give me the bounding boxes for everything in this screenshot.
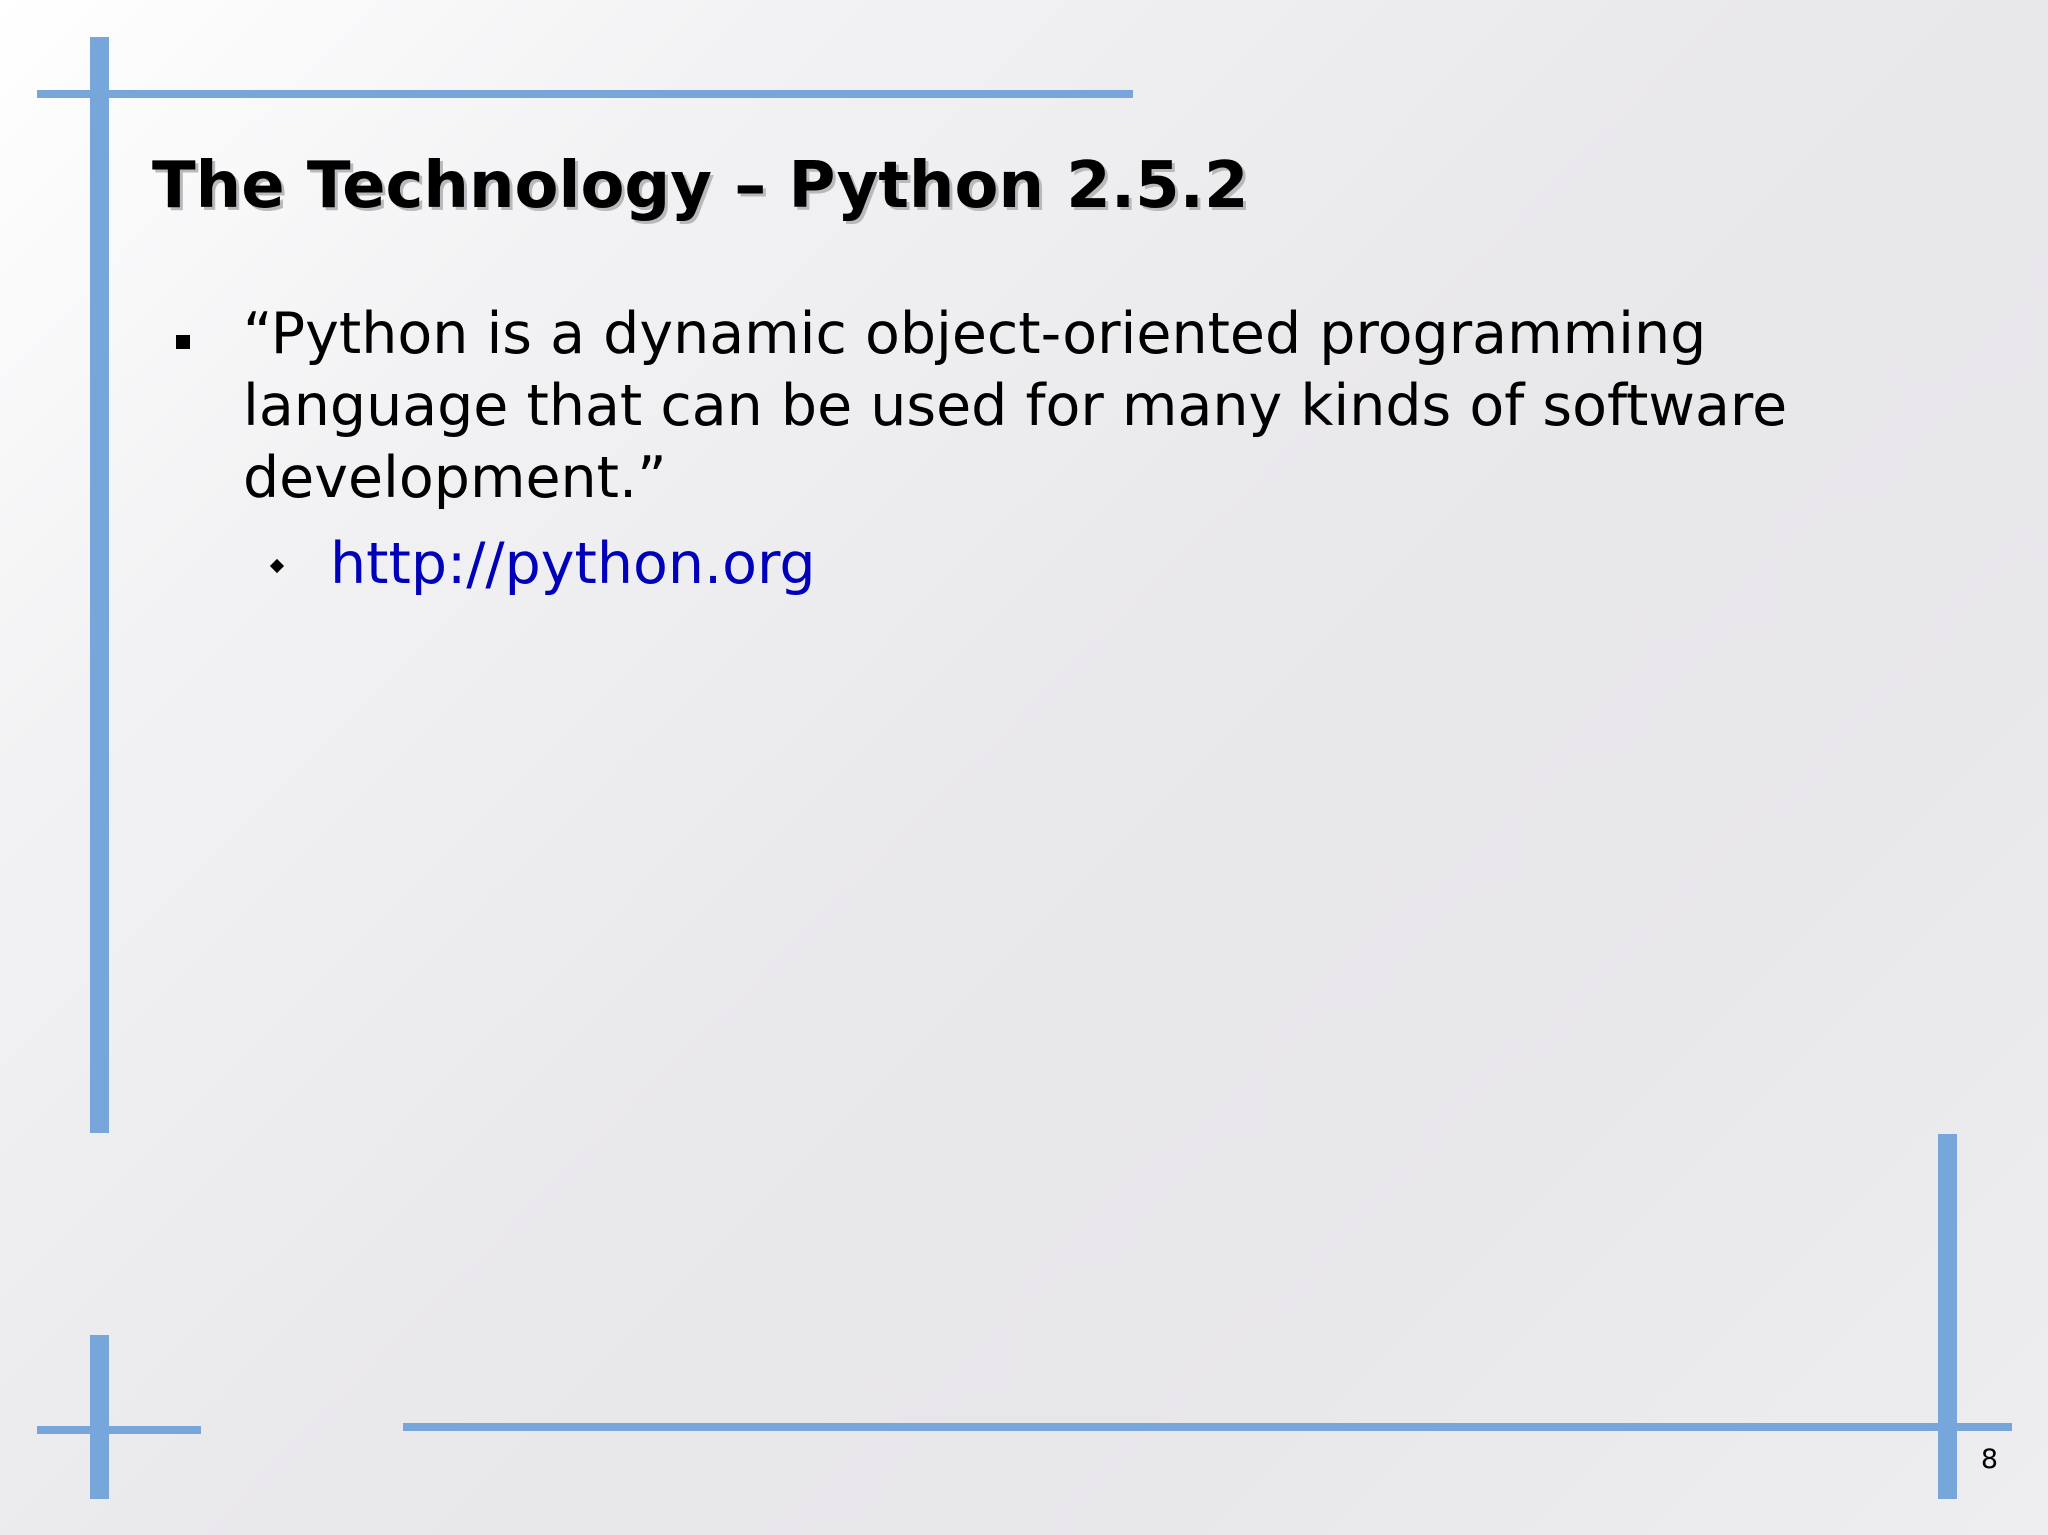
- frame-top-left-vertical-bar: [90, 37, 109, 1133]
- frame-bottom-horizontal-bar: [403, 1423, 2012, 1431]
- diamond-bullet-icon: [269, 558, 285, 574]
- page-number: 8: [1980, 1444, 1998, 1475]
- description-line-3: development.”: [243, 445, 667, 511]
- slide-title: The Technology – Python 2.5.2: [152, 149, 1249, 223]
- python-description-text: “Python is a dynamic object-oriented pro…: [243, 298, 1787, 514]
- frame-bottom-left-horizontal-bar: [37, 1426, 201, 1434]
- frame-top-horizontal-bar: [37, 90, 1133, 98]
- frame-bottom-left-vertical-bar: [90, 1335, 109, 1499]
- python-org-link[interactable]: http://python.org: [330, 528, 816, 600]
- frame-bottom-right-vertical-bar: [1938, 1134, 1957, 1499]
- square-bullet-icon: [176, 335, 190, 349]
- description-line-2: language that can be used for many kinds…: [243, 373, 1788, 439]
- description-line-1: “Python is a dynamic object-oriented pro…: [243, 301, 1707, 367]
